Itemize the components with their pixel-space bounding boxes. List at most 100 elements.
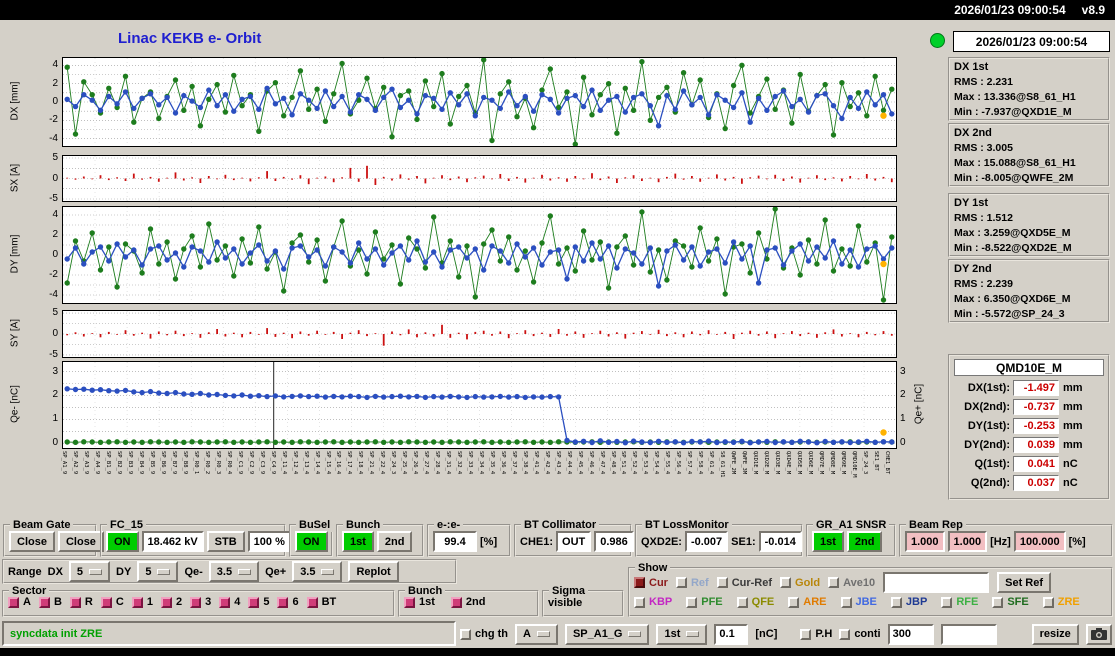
sector-checkbox-c[interactable]: C: [100, 596, 124, 608]
bunch-1st-button[interactable]: 1st: [342, 531, 374, 552]
x-tick-label: QXD6E_M: [806, 451, 813, 475]
bunch-select-group: Bunch 1st 2nd: [398, 584, 539, 617]
gr-a1-2nd-button[interactable]: 2nd: [846, 531, 883, 552]
x-tick-label: QMD10E_M: [850, 451, 857, 478]
stat-title: DX 2nd: [954, 127, 992, 139]
show-qfe-checkbox[interactable]: QFE: [736, 596, 774, 608]
group-caption: FC_15: [107, 518, 147, 532]
range-qem-select[interactable]: 3.5: [208, 561, 260, 582]
sector-checkbox-a[interactable]: A: [8, 596, 31, 608]
x-tick-label: SP_55_4: [664, 451, 671, 475]
x-tick-label: SP_58_4: [697, 451, 704, 475]
y-tick-label: 3: [52, 365, 58, 377]
show-jbe-checkbox[interactable]: JBE: [840, 596, 877, 608]
show-ave10-checkbox[interactable]: Ave10: [828, 577, 875, 589]
device-select[interactable]: SP_A1_G: [564, 623, 650, 645]
monitor-value: 0.041: [1013, 456, 1059, 472]
x-tick-label: SP_22_4: [379, 451, 386, 475]
show-kbp-checkbox[interactable]: KBP: [634, 596, 672, 608]
ph-checkbox[interactable]: P.H: [800, 628, 832, 640]
stat-rms: RMS : 2.231: [954, 76, 1013, 88]
sector-checkbox-r[interactable]: R: [69, 596, 93, 608]
resize-button[interactable]: resize: [1031, 623, 1079, 645]
busel-on-button[interactable]: ON: [295, 531, 328, 552]
aux-input[interactable]: [940, 623, 997, 645]
show-cur-ref-checkbox[interactable]: Cur-Ref: [716, 577, 772, 589]
x-tick-label: CHE1_BT: [883, 451, 890, 475]
group-caption: Beam Rep: [906, 518, 966, 532]
stat-max: Max : 6.350@QXD6E_M: [954, 293, 1071, 305]
fc15-stb-button[interactable]: STB: [206, 531, 245, 552]
statusbar-controls: chg th A SP_A1_G 1st [nC] P.H conti resi…: [460, 622, 1112, 646]
range-dy-select[interactable]: 5: [137, 561, 179, 582]
chg-th-checkbox[interactable]: chg th: [460, 628, 508, 640]
x-tick-label: SP_C4_9: [269, 451, 276, 475]
sector-checkbox-b[interactable]: B: [38, 596, 62, 608]
show-sfe-checkbox[interactable]: SFE: [992, 596, 1029, 608]
range-qep-select[interactable]: 3.5: [292, 561, 343, 582]
gr-a1-1st-button[interactable]: 1st: [812, 531, 844, 552]
bunch-2nd-button[interactable]: 2nd: [376, 531, 413, 552]
monitor-value: -1.497: [1013, 380, 1059, 396]
x-tick-label: SP_18_4: [357, 451, 364, 475]
count-input[interactable]: [887, 623, 934, 645]
x-tick-label: SP_B3_9: [127, 451, 134, 475]
x-tick-label: SP_13_4: [302, 451, 309, 475]
threshold-input[interactable]: [714, 623, 749, 645]
set-ref-button[interactable]: Set Ref: [997, 572, 1052, 593]
sector-checkbox-1[interactable]: 1: [131, 596, 153, 608]
show-gold-checkbox[interactable]: Gold: [780, 577, 820, 589]
y-tick-label: -5: [49, 348, 58, 360]
checkbox-indicator: [634, 577, 645, 588]
checkbox-indicator: [828, 577, 840, 588]
beam-gate-close-button-1[interactable]: Close: [9, 531, 55, 552]
y-tick-label: 4: [52, 59, 58, 71]
group-select[interactable]: A: [515, 623, 558, 645]
sector-checkbox-bt[interactable]: BT: [306, 596, 336, 608]
show-cur-checkbox[interactable]: Cur: [634, 577, 668, 589]
checkbox-indicator: [306, 596, 318, 608]
beam-rep-readout-3: 100.000: [1013, 531, 1066, 552]
sigma-visible-toggle[interactable]: visible: [548, 597, 582, 609]
stat-rms: RMS : 1.512: [954, 212, 1013, 224]
show-are-checkbox[interactable]: ARE: [788, 596, 827, 608]
x-tick-label: QWFE_2M: [730, 451, 737, 475]
sector-checkbox-3[interactable]: 3: [190, 596, 211, 608]
sector-checkbox-6[interactable]: 6: [277, 596, 299, 608]
y-axis-label: SX [A]: [9, 163, 21, 192]
x-tick-label: SP_45_4: [576, 451, 583, 475]
show-rfe-checkbox[interactable]: RFE: [941, 596, 978, 608]
se1-label: SE1:: [731, 535, 756, 548]
beam-gate-close-button-2[interactable]: Close: [57, 531, 104, 552]
show-pfe-checkbox[interactable]: PFE: [686, 596, 723, 608]
fc15-percent-readout: 100 %: [247, 531, 291, 552]
x-tick-label: SP_R0_4: [225, 451, 232, 475]
monitor-value: 0.037: [1013, 475, 1059, 491]
qxd2e-label: QXD2E:: [641, 535, 682, 548]
bunch-2nd-checkbox[interactable]: 2nd: [450, 596, 485, 608]
y-axis-label: Qe- [nC]: [9, 385, 21, 423]
replot-button[interactable]: Replot: [348, 561, 399, 582]
checkbox-indicator: [736, 596, 748, 608]
sector-checkbox-5[interactable]: 5: [248, 596, 269, 608]
sector-checkbox-2[interactable]: 2: [160, 596, 182, 608]
y-tick-label: 0: [900, 437, 906, 449]
show-ref-checkbox[interactable]: Ref: [675, 577, 709, 589]
group-caption: Bunch: [343, 518, 384, 532]
bunch-1st-checkbox[interactable]: 1st: [404, 596, 435, 608]
fc15-on-button[interactable]: ON: [106, 531, 139, 552]
conti-checkbox[interactable]: conti: [839, 628, 881, 640]
checkbox-indicator: [941, 596, 953, 608]
ref-name-input[interactable]: [883, 572, 990, 593]
sector-checkbox-4[interactable]: 4: [219, 596, 240, 608]
bunch-number-select[interactable]: 1st: [656, 623, 708, 645]
range-dx-select[interactable]: 5: [68, 561, 111, 582]
x-tick-label: SP_A2_9: [72, 451, 79, 475]
camera-button[interactable]: [1085, 623, 1112, 645]
x-tick-label: SP_57_4: [686, 451, 693, 475]
show-zre-checkbox[interactable]: ZRE: [1042, 596, 1080, 608]
show-jbp-checkbox[interactable]: JBP: [890, 596, 927, 608]
topbar-datetime: 2026/01/23 09:00:54: [954, 3, 1066, 17]
group-caption: BT Collimator: [521, 518, 600, 532]
stat-rms: RMS : 2.239: [954, 278, 1013, 290]
